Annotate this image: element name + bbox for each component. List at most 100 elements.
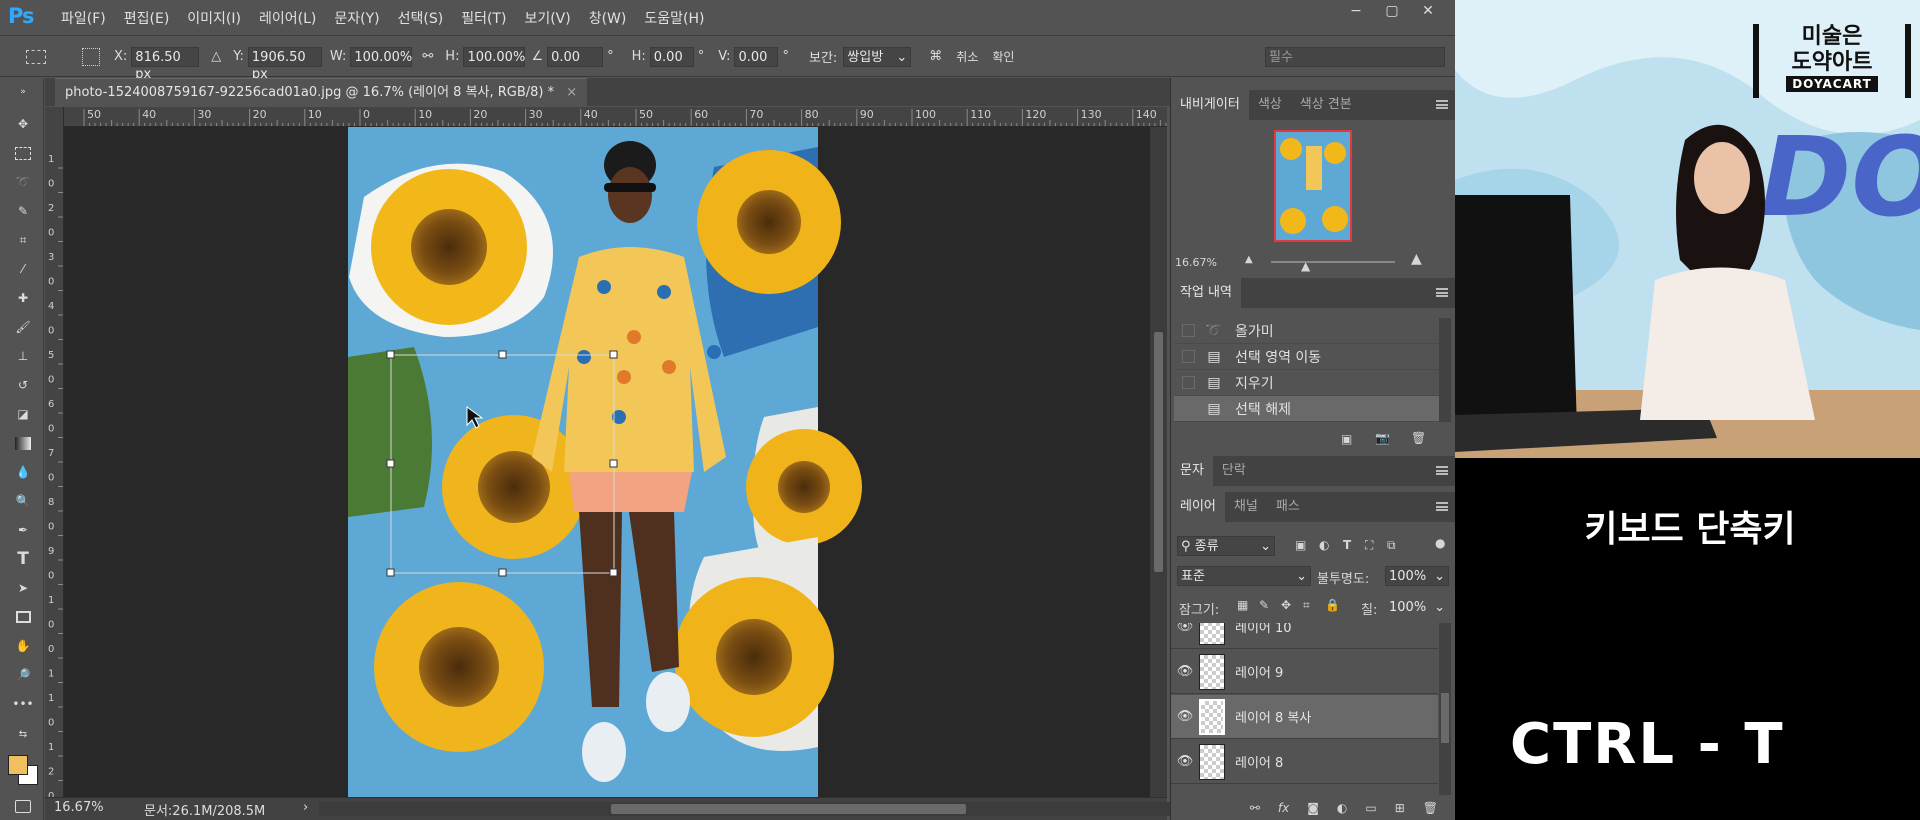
zoom-level[interactable]: 16.67% <box>54 800 104 815</box>
layer-row-selected[interactable]: 👁 레이어 8 복사 <box>1171 695 1438 739</box>
canvas-area[interactable] <box>64 127 1150 797</box>
filter-toggle-icon[interactable]: ● <box>1435 536 1445 550</box>
width-field[interactable]: 100.00% <box>350 46 413 67</box>
transform-tool-icon[interactable] <box>26 49 46 64</box>
quick-select-tool-icon[interactable]: ✎ <box>11 199 35 223</box>
path-select-tool-icon[interactable]: ➤ <box>11 576 35 600</box>
transform-handle-bottom-right[interactable] <box>609 568 618 577</box>
menu-window[interactable]: 창(W) <box>580 8 636 28</box>
angle-field[interactable]: 0.00 <box>547 46 604 67</box>
link-icon[interactable]: ⚯ <box>422 49 433 64</box>
document-canvas[interactable] <box>64 127 1150 797</box>
y-field[interactable]: 1906.50 px <box>247 46 322 82</box>
document-tab[interactable]: photo-1524008759167-92256cad01a0.jpg @ 1… <box>55 78 588 106</box>
snapshot-camera-icon[interactable]: 📷 <box>1375 431 1390 445</box>
cancel-transform-button[interactable]: 취소 <box>956 48 978 65</box>
tab-paths[interactable]: 패스 <box>1267 492 1309 522</box>
eye-icon[interactable]: 👁 <box>1171 709 1199 724</box>
filter-adjustment-icon[interactable]: ◐ <box>1319 538 1329 552</box>
menu-filter[interactable]: 필터(T) <box>452 8 515 28</box>
crop-tool-icon[interactable]: ⌗ <box>11 228 35 252</box>
new-group-icon[interactable]: ▭ <box>1365 801 1376 815</box>
navigator-zoom-slider[interactable] <box>1271 261 1395 263</box>
history-item[interactable]: ➰ 올가미 <box>1174 318 1439 344</box>
new-document-from-state-icon[interactable]: ▣ <box>1341 432 1352 446</box>
stamp-tool-icon[interactable]: ⊥ <box>11 344 35 368</box>
lock-position-icon[interactable]: ✥ <box>1281 598 1291 612</box>
layer-filter-select[interactable]: ⚲ 종류 ⌄ <box>1177 536 1275 556</box>
transform-handle-left[interactable] <box>386 459 395 468</box>
interpolation-select[interactable]: 쌍입방 ⌄ <box>843 46 912 67</box>
transform-handle-top-left[interactable] <box>386 350 395 359</box>
blur-tool-icon[interactable]: 💧 <box>11 460 35 484</box>
type-tool-icon[interactable]: T <box>11 547 35 571</box>
tab-channels[interactable]: 채널 <box>1225 492 1267 522</box>
lasso-tool-icon[interactable]: ➰ <box>11 170 35 194</box>
transform-handle-top[interactable] <box>498 350 507 359</box>
healing-brush-tool-icon[interactable]: ✚ <box>11 286 35 310</box>
swap-colors-icon[interactable]: ⇆ <box>11 722 35 746</box>
eye-icon[interactable]: 👁 <box>1171 754 1199 769</box>
layers-scrollbar[interactable] <box>1439 623 1451 795</box>
menu-file[interactable]: 파일(F) <box>52 8 115 28</box>
quick-mask-icon[interactable] <box>11 794 35 818</box>
x-field[interactable]: 816.50 px <box>131 46 200 82</box>
filter-smartobject-icon[interactable]: ⧉ <box>1387 538 1396 553</box>
lock-artboard-icon[interactable]: ⌗ <box>1303 598 1310 613</box>
layer-style-fx-button[interactable]: fx <box>1278 801 1289 815</box>
menu-help[interactable]: 도움말(H) <box>635 8 713 28</box>
vskew-field[interactable]: 0.00 <box>734 46 779 67</box>
layer-row[interactable]: 👁 레이어 10 <box>1171 623 1438 649</box>
pen-tool-icon[interactable]: ✒ <box>11 518 35 542</box>
filter-pixel-icon[interactable]: ▣ <box>1295 538 1306 552</box>
close-window-button[interactable]: ✕ <box>1411 0 1445 24</box>
eye-icon[interactable]: 👁 <box>1171 623 1199 634</box>
workspace-search[interactable]: 필수 <box>1265 46 1445 67</box>
zoom-tool-icon[interactable]: 🔎 <box>11 663 35 687</box>
minimize-button[interactable]: − <box>1339 0 1373 24</box>
height-field[interactable]: 100.00% <box>463 46 526 67</box>
warp-icon[interactable]: ⌘ <box>929 49 942 64</box>
menu-select[interactable]: 선택(S) <box>389 8 453 28</box>
status-menu-arrow-icon[interactable]: › <box>303 800 308 815</box>
history-source-checkbox[interactable] <box>1182 376 1195 389</box>
transform-handle-right[interactable] <box>609 459 618 468</box>
navigator-zoom-slider-thumb[interactable]: ▲ <box>1301 259 1310 273</box>
panel-menu-icon[interactable] <box>1436 502 1448 511</box>
adjustment-layer-icon[interactable]: ◐ <box>1337 801 1347 815</box>
marquee-tool-icon[interactable] <box>11 141 35 165</box>
canvas-horizontal-scrollbar[interactable] <box>319 802 1195 816</box>
commit-transform-button[interactable]: 확인 <box>992 48 1014 65</box>
maximize-button[interactable]: ▢ <box>1375 0 1409 24</box>
eraser-tool-icon[interactable]: ◪ <box>11 402 35 426</box>
lock-all-icon[interactable]: 🔒 <box>1325 598 1340 612</box>
layer-row[interactable]: 👁 레이어 9 <box>1171 650 1438 694</box>
close-tab-icon[interactable]: × <box>566 85 577 100</box>
history-brush-tool-icon[interactable]: ↺ <box>11 373 35 397</box>
transform-handle-top-right[interactable] <box>609 350 618 359</box>
menu-image[interactable]: 이미지(I) <box>178 8 250 28</box>
more-tools-icon[interactable]: ••• <box>11 692 35 716</box>
toolbox-collapse-icon[interactable]: » <box>11 86 35 98</box>
navigator-zoom-value[interactable]: 16.67% <box>1175 256 1217 269</box>
gradient-tool-icon[interactable] <box>11 431 35 455</box>
lock-image-icon[interactable]: ✎ <box>1259 598 1269 612</box>
tab-character[interactable]: 문자 <box>1171 456 1213 486</box>
transform-handle-bottom[interactable] <box>498 568 507 577</box>
lock-transparency-icon[interactable]: ▦ <box>1237 598 1248 612</box>
menu-layer[interactable]: 레이어(L) <box>250 8 325 28</box>
tab-navigator[interactable]: 내비게이터 <box>1171 90 1249 120</box>
zoom-out-icon[interactable]: ▲ <box>1245 254 1253 265</box>
tab-layers[interactable]: 레이어 <box>1171 492 1225 522</box>
foreground-color-swatch[interactable] <box>8 755 28 775</box>
horizontal-scroll-thumb[interactable] <box>611 804 966 814</box>
opacity-field[interactable]: 100% ⌄ <box>1385 566 1449 586</box>
eye-icon[interactable]: 👁 <box>1171 664 1199 679</box>
trash-icon[interactable]: 🗑 <box>1411 431 1426 445</box>
trash-icon[interactable]: 🗑 <box>1423 801 1438 815</box>
panel-menu-icon[interactable] <box>1436 466 1448 475</box>
tab-swatches[interactable]: 색상 견본 <box>1291 90 1361 120</box>
brush-tool-icon[interactable]: 🖌 <box>11 315 35 339</box>
menu-type[interactable]: 문자(Y) <box>325 8 388 28</box>
panel-menu-icon[interactable] <box>1436 288 1448 297</box>
